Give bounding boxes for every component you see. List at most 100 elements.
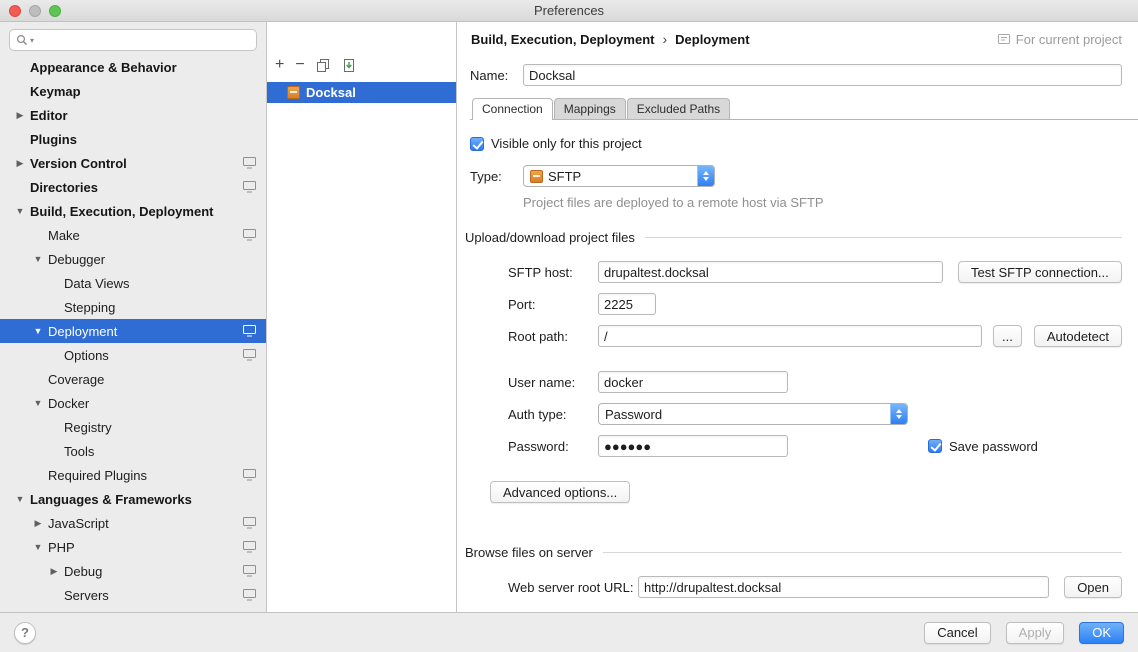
web-root-row: Web server root URL: Open	[470, 576, 1122, 598]
server-list-item-docksal[interactable]: Docksal	[267, 82, 456, 103]
sidebar-item-php[interactable]: ▼PHP	[0, 535, 266, 559]
sidebar-item-registry[interactable]: Registry	[0, 415, 266, 439]
web-root-input[interactable]	[638, 576, 1049, 598]
upload-section-separator: Upload/download project files	[465, 230, 1122, 245]
tab-connection[interactable]: Connection	[472, 98, 553, 120]
sidebar-item-label: Build, Execution, Deployment	[30, 204, 213, 219]
sidebar-item-label: JavaScript	[48, 516, 109, 531]
breadcrumb-separator: ›	[662, 31, 667, 47]
test-sftp-connection-button[interactable]: Test SFTP connection...	[958, 261, 1122, 283]
search-icon	[16, 34, 28, 46]
sidebar-item-languages-frameworks[interactable]: ▼Languages & Frameworks	[0, 487, 266, 511]
minimize-window-button[interactable]	[29, 5, 41, 17]
root-path-label: Root path:	[508, 329, 598, 344]
sidebar-item-label: Debug	[64, 564, 102, 579]
sidebar-item-version-control[interactable]: ▶Version Control	[0, 151, 266, 175]
sidebar-item-debugger[interactable]: ▼Debugger	[0, 247, 266, 271]
sidebar-item-options[interactable]: Options	[0, 343, 266, 367]
breadcrumb: Build, Execution, Deployment › Deploymen…	[457, 22, 1138, 56]
password-row: Password: Save password	[470, 435, 1122, 457]
chevron-down-icon: ▼	[32, 398, 44, 408]
project-icon	[998, 33, 1010, 45]
sidebar-item-label: Appearance & Behavior	[30, 60, 177, 75]
name-input[interactable]	[523, 64, 1122, 86]
advanced-options-button[interactable]: Advanced options...	[490, 481, 630, 503]
sidebar-item-plugins[interactable]: Plugins	[0, 127, 266, 151]
close-window-button[interactable]	[9, 5, 21, 17]
autodetect-button[interactable]: Autodetect	[1034, 325, 1122, 347]
settings-tree: Appearance & Behavior Keymap ▶Editor Plu…	[0, 55, 266, 607]
copy-server-button[interactable]	[316, 58, 331, 73]
browse-root-path-button[interactable]: ...	[993, 325, 1022, 347]
sidebar-item-label: Keymap	[30, 84, 81, 99]
add-server-button[interactable]: +	[275, 57, 284, 73]
root-path-input[interactable]	[598, 325, 982, 347]
sidebar-item-coverage[interactable]: Coverage	[0, 367, 266, 391]
chevron-down-icon: ▼	[14, 206, 26, 216]
monitor-icon	[243, 181, 256, 193]
sidebar-item-required-plugins[interactable]: Required Plugins	[0, 463, 266, 487]
monitor-icon	[243, 157, 256, 169]
sftp-host-label: SFTP host:	[508, 265, 598, 280]
sidebar-item-editor[interactable]: ▶Editor	[0, 103, 266, 127]
user-name-input[interactable]	[598, 371, 788, 393]
import-server-button[interactable]	[342, 58, 357, 73]
remove-server-button[interactable]: −	[295, 57, 304, 73]
monitor-icon	[243, 565, 256, 577]
sidebar-item-javascript[interactable]: ▶JavaScript	[0, 511, 266, 535]
type-dropdown[interactable]: SFTP	[523, 165, 715, 187]
password-input[interactable]	[598, 435, 788, 457]
footer-actions: Cancel Apply OK	[924, 622, 1124, 644]
save-password-checkbox[interactable]	[928, 439, 942, 453]
sidebar-item-label: Registry	[64, 420, 112, 435]
search-input[interactable]	[36, 33, 250, 48]
sidebar-item-directories[interactable]: Directories	[0, 175, 266, 199]
cancel-button[interactable]: Cancel	[924, 622, 990, 644]
name-label: Name:	[470, 68, 523, 83]
sidebar-item-appearance-behavior[interactable]: Appearance & Behavior	[0, 55, 266, 79]
sidebar-item-label: Servers	[64, 588, 109, 603]
open-button[interactable]: Open	[1064, 576, 1122, 598]
name-row: Name:	[470, 64, 1122, 86]
sidebar-item-debug[interactable]: ▶ Debug	[0, 559, 266, 583]
sidebar-item-stepping[interactable]: Stepping	[0, 295, 266, 319]
breadcrumb-page: Deployment	[675, 32, 749, 47]
chevron-down-icon: ▾	[30, 36, 34, 45]
monitor-icon	[243, 469, 256, 481]
separator-line	[603, 552, 1122, 553]
chevron-right-icon: ▶	[48, 566, 60, 577]
monitor-icon	[243, 589, 256, 601]
sidebar-item-label: Stepping	[64, 300, 115, 315]
monitor-icon	[243, 541, 256, 553]
auth-type-dropdown[interactable]: Password	[598, 403, 908, 425]
server-list: Docksal	[267, 82, 456, 103]
chevron-down-icon: ▼	[32, 254, 44, 264]
tab-bar: Connection Mappings Excluded Paths	[470, 98, 1138, 120]
sidebar-item-build-execution-deployment[interactable]: ▼ Build, Execution, Deployment	[0, 199, 266, 223]
settings-search-box[interactable]: ▾	[9, 29, 257, 51]
sidebar-item-keymap[interactable]: Keymap	[0, 79, 266, 103]
help-button[interactable]: ?	[14, 622, 36, 644]
sidebar-item-docker[interactable]: ▼Docker	[0, 391, 266, 415]
breadcrumb-category: Build, Execution, Deployment	[471, 32, 654, 47]
user-name-label: User name:	[508, 375, 598, 390]
visible-only-checkbox[interactable]	[470, 137, 484, 151]
sidebar-item-deployment[interactable]: ▼Deployment	[0, 319, 266, 343]
sftp-host-input[interactable]	[598, 261, 943, 283]
tab-excluded-paths[interactable]: Excluded Paths	[627, 98, 730, 119]
auth-type-value: Password	[605, 407, 885, 422]
apply-button[interactable]: Apply	[1006, 622, 1065, 644]
monitor-icon	[243, 325, 256, 337]
port-input[interactable]	[598, 293, 656, 315]
tab-mappings[interactable]: Mappings	[554, 98, 626, 119]
user-name-row: User name:	[470, 371, 1122, 393]
sidebar-item-tools[interactable]: Tools	[0, 439, 266, 463]
sidebar-item-make[interactable]: Make	[0, 223, 266, 247]
sidebar-item-data-views[interactable]: Data Views	[0, 271, 266, 295]
sidebar-item-servers[interactable]: Servers	[0, 583, 266, 607]
ok-button[interactable]: OK	[1079, 622, 1124, 644]
type-row: Type: SFTP	[470, 165, 1122, 187]
port-label: Port:	[508, 297, 598, 312]
sidebar-item-label: Languages & Frameworks	[30, 492, 192, 507]
zoom-window-button[interactable]	[49, 5, 61, 17]
